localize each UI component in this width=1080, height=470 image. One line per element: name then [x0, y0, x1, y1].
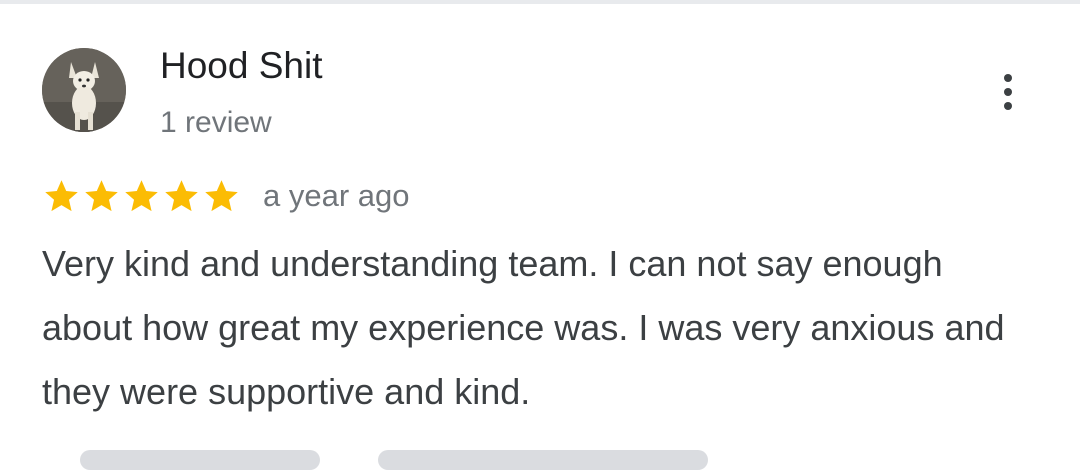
more-options-button[interactable] [988, 68, 1028, 116]
more-vert-icon [1004, 74, 1012, 82]
reviewer-name[interactable]: Hood Shit [160, 44, 323, 88]
reaction-chip[interactable] [80, 450, 320, 470]
reviewer-review-count: 1 review [160, 106, 272, 139]
star-icon [122, 177, 161, 216]
dog-avatar-icon [42, 48, 126, 132]
reviewer-avatar[interactable] [42, 48, 126, 132]
review-date: a year ago [263, 178, 410, 213]
rating-row: a year ago [42, 174, 410, 218]
star-rating [42, 177, 241, 216]
star-icon [162, 177, 201, 216]
reaction-chip[interactable] [378, 450, 708, 470]
star-icon [42, 177, 81, 216]
more-vert-icon-dot [1004, 102, 1012, 110]
star-icon [82, 177, 121, 216]
top-divider [0, 0, 1080, 4]
more-vert-icon-dot [1004, 88, 1012, 96]
review-text: Very kind and understanding team. I can … [42, 243, 1005, 412]
star-icon [202, 177, 241, 216]
